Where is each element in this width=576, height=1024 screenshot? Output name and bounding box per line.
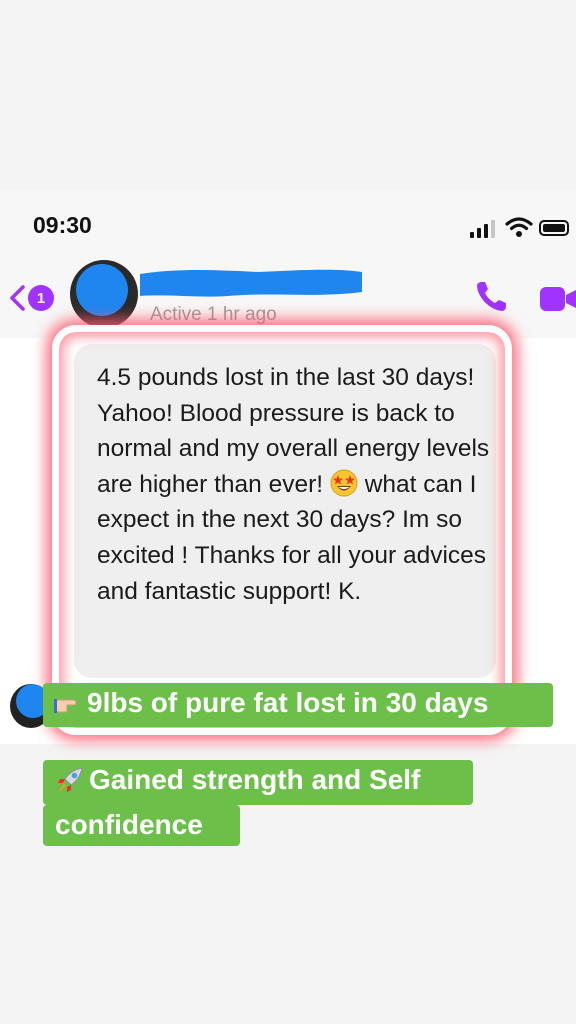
video-icon[interactable] [540, 284, 576, 314]
cellular-signal-icon [470, 220, 498, 238]
back-chevron-icon[interactable] [8, 284, 26, 312]
status-time: 09:30 [33, 212, 92, 238]
rocket-icon [58, 767, 83, 792]
status-bar: 09:30 [0, 190, 576, 268]
highlight-frame [52, 325, 512, 735]
pointing-hand-icon [54, 699, 77, 713]
wifi-icon [505, 217, 533, 237]
name-redaction-scribble [140, 269, 362, 297]
contact-avatar[interactable] [70, 260, 138, 328]
active-status: Active 1 hr ago [150, 304, 277, 325]
strength-text: Gained strength and Self [89, 764, 421, 795]
confidence-text: confidence [55, 809, 203, 840]
fat-loss-label: 9lbs of pure fat lost in 30 days [43, 683, 553, 727]
fat-loss-text: 9lbs of pure fat lost in 30 days [87, 687, 489, 718]
unread-count-badge[interactable]: 1 [28, 285, 54, 311]
battery-icon [539, 220, 569, 236]
confidence-label: confidence [43, 805, 240, 846]
strength-label: Gained strength and Self [43, 760, 473, 805]
phone-icon[interactable] [474, 278, 510, 314]
